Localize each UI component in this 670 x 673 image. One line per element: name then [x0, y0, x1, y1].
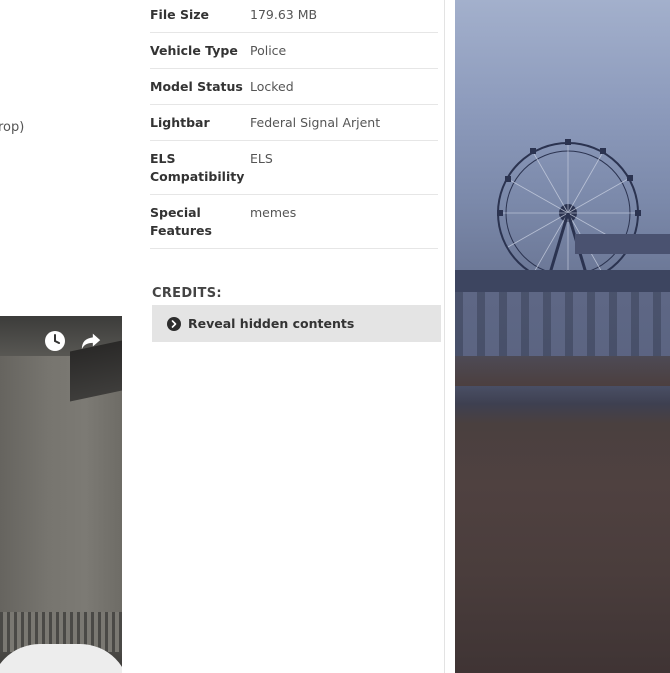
- pier-roof: [575, 234, 670, 254]
- video-wall: [0, 356, 122, 616]
- page: rop) File Size 179.63 MB Vehicle Type Po…: [0, 0, 670, 673]
- vehicle-info-table: File Size 179.63 MB Vehicle Type Police …: [150, 0, 438, 249]
- info-value: 179.63 MB: [250, 7, 318, 22]
- info-value: memes: [250, 205, 297, 220]
- chevron-right-circle-icon: [167, 316, 181, 331]
- info-row-model-status: Model Status Locked: [150, 69, 438, 105]
- info-value: Locked: [250, 79, 294, 94]
- clock-icon[interactable]: [44, 330, 66, 352]
- info-key: Special Features: [150, 205, 212, 238]
- beach-line: [455, 356, 670, 386]
- info-key: Lightbar: [150, 115, 210, 130]
- reveal-hidden-contents-button[interactable]: Reveal hidden contents: [152, 305, 441, 342]
- info-key: ELS Compatibility: [150, 151, 245, 184]
- info-row-vehicle-type: Vehicle Type Police: [150, 33, 438, 69]
- info-row-lightbar: Lightbar Federal Signal Arjent: [150, 105, 438, 141]
- share-arrow-icon[interactable]: [80, 330, 102, 352]
- pier-ferris-wheel-image: [455, 0, 670, 673]
- column-divider: [444, 0, 445, 673]
- info-value: Federal Signal Arjent: [250, 115, 381, 130]
- video-thumbnail[interactable]: [0, 316, 122, 673]
- info-value: ELS: [250, 151, 273, 166]
- info-row-file-size: File Size 179.63 MB: [150, 0, 438, 33]
- info-value: Police: [250, 43, 287, 58]
- info-row-special-features: Special Features memes: [150, 195, 438, 249]
- reveal-label: Reveal hidden contents: [188, 316, 355, 331]
- pier-deck: [455, 270, 670, 292]
- info-key: Vehicle Type: [150, 43, 238, 58]
- pier-legs: [455, 292, 670, 358]
- info-key: Model Status: [150, 79, 243, 94]
- credits-label: CREDITS:: [152, 286, 222, 301]
- left-partial-text: rop): [0, 120, 25, 135]
- info-key: File Size: [150, 7, 209, 22]
- left-column: rop): [0, 0, 122, 673]
- info-row-els-compatibility: ELS Compatibility ELS: [150, 141, 438, 195]
